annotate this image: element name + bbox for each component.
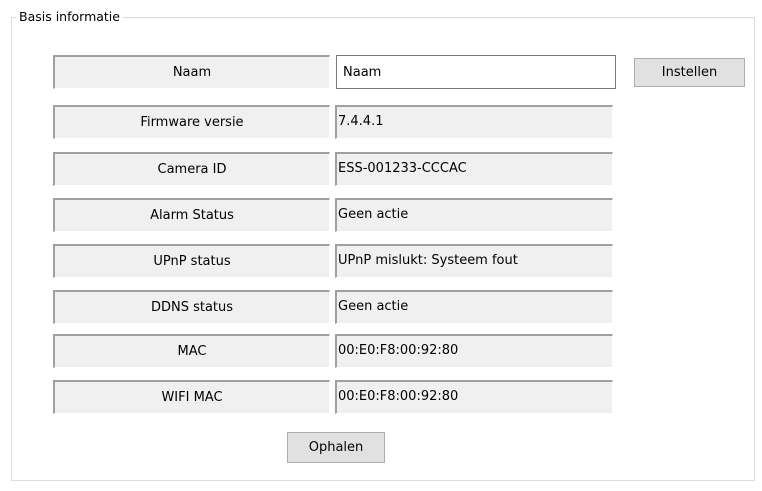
upnp-status-row: UPnP status UPnP mislukt: Systeem fout xyxy=(0,244,762,278)
firmware-label: Firmware versie xyxy=(53,105,330,139)
firmware-value: 7.4.4.1 xyxy=(335,105,613,139)
ddns-status-label: DDNS status xyxy=(53,290,330,324)
upnp-status-label: UPnP status xyxy=(53,244,330,278)
wifi-mac-row: WIFI MAC 00:E0:F8:00:92:80 xyxy=(0,380,762,414)
upnp-status-value: UPnP mislukt: Systeem fout xyxy=(335,244,613,278)
camera-id-label: Camera ID xyxy=(53,152,330,186)
fetch-button[interactable]: Ophalen xyxy=(287,432,385,463)
camera-id-row: Camera ID ESS-001233-CCCAC xyxy=(0,152,762,186)
wifi-mac-value: 00:E0:F8:00:92:80 xyxy=(335,380,613,414)
camera-id-value: ESS-001233-CCCAC xyxy=(335,152,613,186)
alarm-status-label: Alarm Status xyxy=(53,198,330,232)
firmware-row: Firmware versie 7.4.4.1 xyxy=(0,105,762,139)
set-button[interactable]: Instellen xyxy=(634,58,745,87)
name-label: Naam xyxy=(53,55,330,89)
alarm-status-value: Geen actie xyxy=(335,198,613,232)
groupbox-title: Basis informatie xyxy=(16,8,123,25)
mac-row: MAC 00:E0:F8:00:92:80 xyxy=(0,334,762,368)
ddns-status-row: DDNS status Geen actie xyxy=(0,290,762,324)
ddns-status-value: Geen actie xyxy=(335,290,613,324)
alarm-status-row: Alarm Status Geen actie xyxy=(0,198,762,232)
mac-label: MAC xyxy=(53,334,330,368)
mac-value: 00:E0:F8:00:92:80 xyxy=(335,334,613,368)
basic-info-panel: Basis informatie Naam Instellen Firmware… xyxy=(0,0,762,491)
name-input[interactable] xyxy=(336,55,616,89)
wifi-mac-label: WIFI MAC xyxy=(53,380,330,414)
